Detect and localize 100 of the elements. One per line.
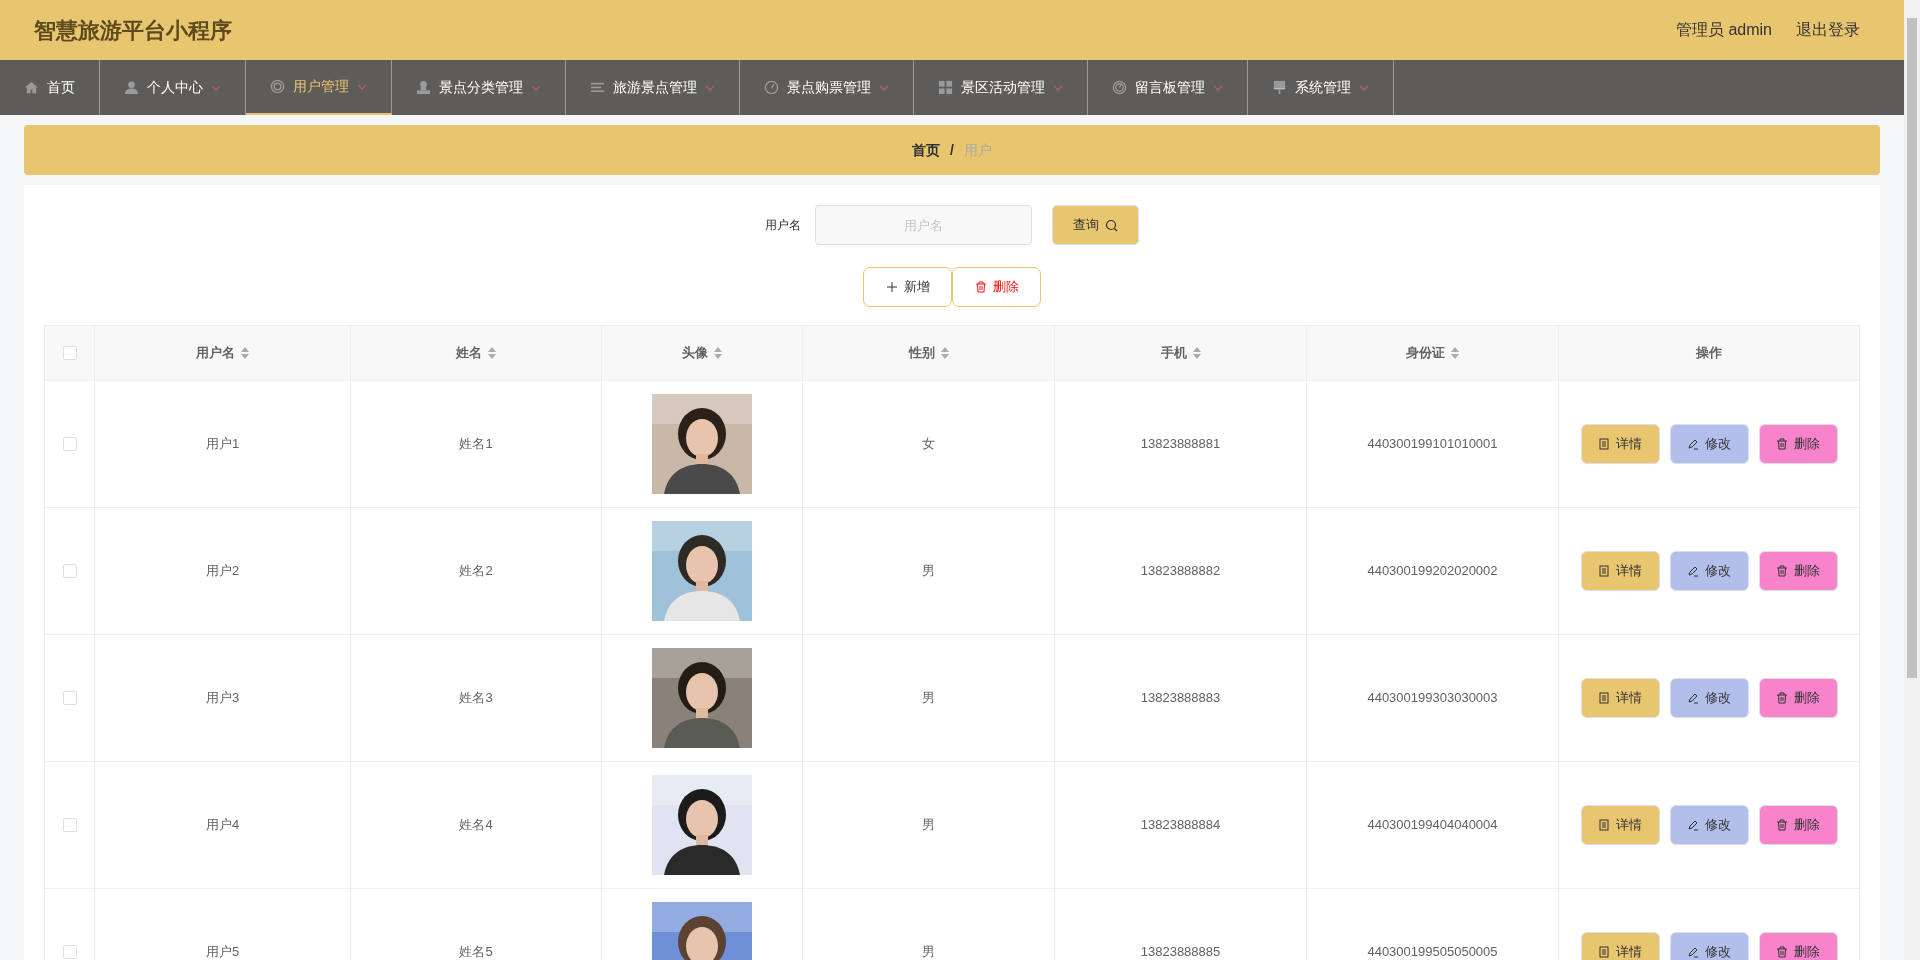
- document-icon: [1598, 692, 1610, 704]
- table-cell-text: 用户3: [205, 689, 240, 708]
- row-checkbox[interactable]: [62, 945, 77, 959]
- breadcrumb-separator: /: [950, 140, 954, 160]
- table-cell-text: 女: [922, 435, 935, 454]
- trash-icon: [974, 281, 987, 293]
- list-icon: [590, 80, 605, 95]
- grid-icon: [938, 80, 953, 95]
- scrollbar[interactable]: [1904, 0, 1920, 960]
- sort-icon[interactable]: [714, 347, 722, 359]
- table-cell-text: 440300199101010001: [1367, 435, 1498, 454]
- row-checkbox[interactable]: [62, 691, 77, 705]
- table-cell-text: 姓名3: [459, 689, 493, 708]
- table-cell-text: 用户4: [205, 816, 240, 835]
- trash-icon: [1776, 946, 1788, 958]
- nav-tab[interactable]: 用户管理: [246, 60, 392, 115]
- nav-label: 景点分类管理: [439, 78, 523, 97]
- nav-tab[interactable]: 旅游景点管理: [566, 60, 740, 115]
- app-title: 智慧旅游平台小程序: [34, 16, 232, 45]
- sort-icon[interactable]: [1451, 347, 1459, 359]
- breadcrumb-item[interactable]: 首页: [912, 139, 941, 161]
- edit-button[interactable]: 修改: [1669, 932, 1749, 960]
- table-cell-text: 男: [922, 943, 935, 960]
- edit-button[interactable]: 修改: [1669, 678, 1749, 718]
- column-header: 用户名: [196, 344, 235, 363]
- table-cell-text: 13823888885: [1140, 943, 1221, 960]
- document-icon: [1598, 946, 1610, 958]
- edit-button[interactable]: 修改: [1669, 551, 1749, 591]
- nav-tab[interactable]: 景点购票管理: [740, 60, 914, 115]
- detail-button[interactable]: 详情: [1580, 805, 1660, 845]
- trash-icon: [1776, 819, 1788, 831]
- table-cell-text: 男: [922, 816, 935, 835]
- detail-button[interactable]: 详情: [1580, 551, 1660, 591]
- stamp-icon: [416, 80, 431, 95]
- detail-button[interactable]: 详情: [1580, 932, 1660, 960]
- table-cell-text: 男: [922, 689, 935, 708]
- delete-button[interactable]: 删除: [1758, 424, 1838, 464]
- pencil-icon: [1687, 438, 1699, 450]
- nav-tab[interactable]: 系统管理: [1248, 60, 1394, 115]
- row-checkbox[interactable]: [62, 818, 77, 832]
- nav-tab[interactable]: 景点分类管理: [392, 60, 566, 115]
- brush-icon: [1272, 80, 1287, 95]
- trash-icon: [1776, 565, 1788, 577]
- delete-button[interactable]: 删除: [1758, 678, 1838, 718]
- table-cell-text: 男: [922, 562, 935, 581]
- table-cell-text: 440300199202020002: [1367, 562, 1498, 581]
- table-cell-text: 440300199404040004: [1367, 816, 1498, 835]
- detail-button[interactable]: 详情: [1580, 424, 1660, 464]
- delete-button[interactable]: 删除: [1758, 805, 1838, 845]
- column-header: 操作: [1696, 344, 1722, 363]
- nav-label: 景点购票管理: [787, 78, 871, 97]
- pencil-icon: [1687, 565, 1699, 577]
- pencil-icon: [1687, 946, 1699, 958]
- column-header: 姓名: [456, 344, 482, 363]
- sort-icon[interactable]: [241, 347, 249, 359]
- row-checkbox[interactable]: [62, 564, 77, 578]
- nav-label: 用户管理: [293, 77, 349, 96]
- breadcrumb-item: 用户: [963, 140, 992, 160]
- document-icon: [1598, 438, 1610, 450]
- table-cell-text: 13823888884: [1140, 816, 1221, 835]
- row-checkbox[interactable]: [62, 437, 77, 451]
- nav-label: 首页: [47, 78, 75, 97]
- column-header: 性别: [908, 344, 935, 363]
- pencil-icon: [1687, 692, 1699, 704]
- pencil-icon: [1687, 819, 1699, 831]
- edit-button[interactable]: 修改: [1669, 424, 1749, 464]
- delete-button[interactable]: 删除: [952, 267, 1041, 307]
- column-header: 身份证: [1406, 344, 1445, 363]
- table-cell-text: 13823888882: [1140, 562, 1221, 581]
- search-label: 用户名: [765, 217, 801, 234]
- search-button[interactable]: 查询: [1052, 205, 1139, 245]
- delete-button[interactable]: 删除: [1758, 932, 1838, 960]
- nav-label: 个人中心: [147, 78, 203, 97]
- table-cell-text: 13823888883: [1140, 689, 1221, 708]
- nav-label: 景区活动管理: [961, 78, 1045, 97]
- table-cell-text: 13823888881: [1140, 435, 1221, 454]
- nav-tab[interactable]: 个人中心: [100, 60, 246, 115]
- sort-icon[interactable]: [940, 347, 949, 359]
- sort-icon[interactable]: [488, 347, 496, 359]
- add-button[interactable]: 新增: [863, 267, 952, 307]
- search-icon: [1105, 218, 1118, 232]
- nav-tab[interactable]: 首页: [0, 60, 100, 115]
- table-cell-text: 用户5: [205, 943, 240, 960]
- detail-button[interactable]: 详情: [1580, 678, 1660, 718]
- select-all-checkbox[interactable]: [62, 346, 77, 360]
- person-icon: [124, 80, 139, 95]
- column-header: 头像: [682, 344, 708, 363]
- nav-label: 旅游景点管理: [613, 78, 697, 97]
- nav-tab[interactable]: 景区活动管理: [914, 60, 1088, 115]
- table-cell-text: 440300199505050005: [1367, 943, 1498, 960]
- nav-label: 系统管理: [1295, 78, 1351, 97]
- nav-tab[interactable]: 留言板管理: [1088, 60, 1248, 115]
- logout-link[interactable]: 退出登录: [1796, 18, 1860, 42]
- sort-icon[interactable]: [1192, 347, 1201, 359]
- document-icon: [1598, 819, 1610, 831]
- edit-button[interactable]: 修改: [1669, 805, 1749, 845]
- column-header: 手机: [1160, 344, 1187, 363]
- trash-icon: [1776, 692, 1788, 704]
- delete-button[interactable]: 删除: [1758, 551, 1838, 591]
- nav-label: 留言板管理: [1135, 78, 1205, 97]
